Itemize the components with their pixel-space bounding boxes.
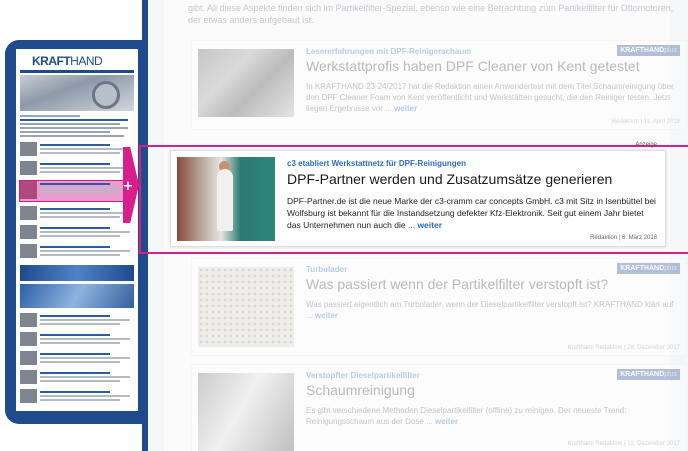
article-title[interactable]: Werkstattprofis haben DPF Cleaner von Ke… (306, 58, 640, 74)
mobile-text-line (20, 135, 124, 137)
article-teaser: Es gibt verschiedene Methoden Dieselpart… (306, 406, 627, 426)
mobile-nav-bar (20, 70, 134, 73)
article-image[interactable] (177, 157, 275, 241)
read-more-link[interactable]: weiter (315, 311, 338, 320)
mobile-list-item (20, 161, 134, 177)
mobile-list-item (20, 244, 134, 260)
mobile-preview-screen: KRAFTHAND (16, 49, 138, 411)
mobile-text-line (20, 115, 80, 117)
mobile-text-line (20, 127, 128, 129)
article-meta: Krafthand Redaktion | 12. Dezember 2017 (567, 441, 680, 447)
article-card[interactable]: Verstopfter Dieselpartikelfilter KRAFTHA… (191, 364, 687, 451)
article-kicker: Turbolader (306, 265, 348, 274)
article-title[interactable]: DPF-Partner werden und Zusatzumsätze gen… (287, 171, 612, 187)
article-kicker: Verstopfter Dieselpartikelfilter (306, 371, 420, 380)
mobile-preview-frame: KRAFTHAND (5, 40, 144, 424)
mobile-list-item (20, 206, 134, 222)
mobile-text-line (20, 131, 110, 133)
mobile-text-line (20, 123, 120, 125)
article-image[interactable] (198, 267, 294, 347)
krafthand-plus-badge: KRAFTHANDplus (617, 369, 680, 380)
intro-text: gibt. All diese Aspekte finden sich im P… (188, 3, 674, 25)
krafthand-plus-badge: KRAFTHANDplus (617, 263, 680, 274)
article-title[interactable]: Schaumreinigung (306, 382, 415, 398)
article-card-highlighted[interactable]: Anzeige c3 etabliert Werkstattnetz für D… (170, 142, 666, 247)
mobile-list-item-highlighted (19, 180, 135, 202)
read-more-link[interactable]: weiter (394, 104, 417, 113)
article-teaser: In KRAFTHAND 23-24/2017 hat die Redaktio… (306, 82, 674, 113)
mobile-list-item (20, 370, 134, 386)
article-image[interactable] (198, 49, 294, 117)
mobile-list-item (20, 389, 134, 405)
article-kicker: Lesererfahrungen mit DPF-Reinigerschaum (306, 47, 472, 56)
mobile-hero-image (20, 75, 134, 111)
mobile-list-item (20, 313, 134, 329)
read-more-link[interactable]: weiter (417, 220, 442, 230)
article-meta: Redaktion | 6. März 2018 (590, 235, 657, 241)
ad-label: Anzeige (635, 142, 657, 148)
article-title[interactable]: Was passiert wenn der Partikelfilter ver… (306, 276, 608, 292)
article-image[interactable] (198, 373, 294, 451)
mobile-list-item (20, 225, 134, 241)
mobile-list-item (20, 332, 134, 348)
article-card[interactable]: Lesererfahrungen mit DPF-Reinigerschaum … (191, 40, 687, 130)
krafthand-logo: KRAFTHAND (32, 54, 103, 68)
article-teaser: Was passiert eigentlich am Turbolader, w… (306, 300, 674, 320)
mobile-text-line (20, 119, 128, 121)
mobile-list-item (20, 142, 134, 158)
mobile-list-item (20, 351, 134, 367)
krafthand-plus-badge: KRAFTHANDplus (617, 45, 680, 56)
article-meta: Krafthand Redaktion | 28. Dezember 2017 (567, 345, 680, 351)
article-kicker: c3 etabliert Werkstattnetz für DPF-Reini… (287, 159, 466, 168)
mobile-banner (20, 265, 134, 281)
plus-icon: + (122, 179, 134, 194)
read-more-link[interactable]: weiter (435, 417, 458, 426)
article-meta: Redaktion | 11. April 2018 (611, 119, 680, 125)
mobile-banner (20, 284, 134, 308)
article-teaser: DPF-Partner.de ist die neue Marke der c3… (287, 196, 656, 230)
article-card[interactable]: Turbolader KRAFTHANDplus Was passiert we… (191, 258, 687, 356)
